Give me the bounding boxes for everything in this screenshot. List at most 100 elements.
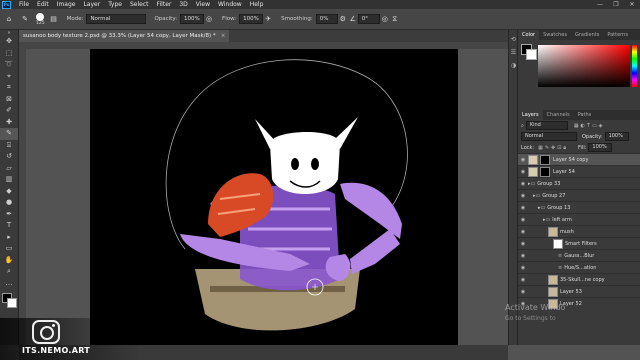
layer-thumbnail[interactable]: [528, 154, 538, 165]
visibility-eye-icon[interactable]: ◉: [518, 169, 528, 175]
layer-thumbnail[interactable]: [548, 226, 558, 237]
brush-settings-icon[interactable]: ▤: [49, 14, 59, 24]
visibility-eye-icon[interactable]: ◉: [518, 253, 528, 259]
layer-row[interactable]: ◉ Smart Filters: [518, 237, 640, 249]
layer-mask-thumbnail[interactable]: [540, 154, 550, 165]
tab-layers[interactable]: Layers: [518, 110, 543, 120]
layer-row[interactable]: ◉ ≡ Gauss...Blur: [518, 249, 640, 261]
layer-row[interactable]: ◉ ≡ Hue/S...ation: [518, 261, 640, 273]
layer-mask-thumbnail[interactable]: [540, 166, 550, 177]
brush-preset-picker[interactable]: 125: [36, 12, 45, 26]
zoom-icon[interactable]: ⌕: [0, 266, 18, 278]
layer-thumbnail[interactable]: [548, 274, 558, 285]
smoothing-settings-icon[interactable]: ⚙: [338, 14, 348, 24]
pen-icon[interactable]: ✒: [0, 209, 18, 221]
visibility-eye-icon[interactable]: ◉: [518, 241, 528, 247]
document-tab[interactable]: susanoo body texture 2.psd @ 33.3% (Laye…: [19, 30, 230, 42]
folder-icon[interactable]: ▸▭: [538, 205, 545, 211]
filter-icons[interactable]: ▦◐T▭◈: [574, 123, 605, 129]
gradient-icon[interactable]: ▥: [0, 174, 18, 186]
marquee-icon[interactable]: ⬚: [0, 48, 18, 60]
visibility-eye-icon[interactable]: ◉: [518, 205, 528, 211]
layer-row[interactable]: ◉ Layer 53: [518, 285, 640, 297]
layer-row[interactable]: ◉ ▸▭ Group 27: [518, 189, 640, 201]
layer-row[interactable]: ◉ ▸▭ left arm: [518, 213, 640, 225]
more-icon[interactable]: …: [0, 278, 18, 290]
filter-mask-thumbnail[interactable]: [553, 238, 563, 249]
brush-tool-icon[interactable]: ✎: [20, 14, 30, 24]
lasso-icon[interactable]: ➰: [0, 59, 18, 71]
maximize-button[interactable]: ❐: [608, 0, 624, 9]
hand-icon[interactable]: ✋: [0, 255, 18, 267]
menu-select[interactable]: Select: [126, 1, 153, 8]
panel-background-color[interactable]: [526, 49, 537, 60]
angle-input[interactable]: 0°: [357, 14, 380, 24]
layer-thumbnail[interactable]: [528, 166, 538, 177]
menu-3d[interactable]: 3D: [175, 1, 191, 8]
frame-icon[interactable]: ⊠: [0, 94, 18, 106]
layer-row[interactable]: ◉ mush: [518, 225, 640, 237]
menu-view[interactable]: View: [192, 1, 214, 8]
tab-paths[interactable]: Paths: [574, 110, 596, 120]
pressure-size-icon[interactable]: ◎: [380, 14, 390, 24]
folder-icon[interactable]: ▸▭: [533, 193, 540, 199]
mode-select[interactable]: Normal: [86, 14, 147, 24]
tab-color[interactable]: Color: [518, 30, 540, 40]
tab-swatches[interactable]: Swatches: [539, 30, 571, 40]
layer-row[interactable]: ◉ ▸▭ Group 13: [518, 201, 640, 213]
dodge-icon[interactable]: ●: [0, 197, 18, 209]
airbrush-icon[interactable]: ✈: [263, 14, 273, 24]
visibility-eye-icon[interactable]: ◉: [518, 217, 528, 223]
symmetry-icon[interactable]: ⧖: [390, 14, 400, 24]
minimize-button[interactable]: —: [592, 0, 608, 9]
close-window-button[interactable]: ✕: [624, 0, 640, 9]
pressure-opacity-icon[interactable]: ◎: [204, 14, 214, 24]
canvas[interactable]: [90, 49, 458, 345]
blur-icon[interactable]: ◆: [0, 186, 18, 198]
color-swatches[interactable]: [2, 293, 17, 308]
quick-select-icon[interactable]: ⌖: [0, 71, 18, 83]
close-document-icon[interactable]: ×: [221, 33, 226, 39]
layer-thumbnail[interactable]: [548, 286, 558, 297]
visibility-eye-icon[interactable]: ◉: [518, 181, 528, 187]
type-icon[interactable]: T: [0, 220, 18, 232]
panel-opacity-input[interactable]: 100%: [604, 132, 629, 141]
path-select-icon[interactable]: ▸: [0, 232, 18, 244]
menu-file[interactable]: File: [15, 1, 33, 8]
layer-row[interactable]: ◉ 35-Skull...ne copy: [518, 273, 640, 285]
folder-icon[interactable]: ▸▭: [528, 181, 535, 187]
blend-mode-select[interactable]: Normal: [521, 132, 577, 141]
home-icon[interactable]: ⌂: [4, 14, 14, 24]
menu-type[interactable]: Type: [104, 1, 126, 8]
eyedropper-icon[interactable]: ✐: [0, 105, 18, 117]
menu-image[interactable]: Image: [53, 1, 80, 8]
color-picker-field[interactable]: [538, 45, 630, 87]
menu-help[interactable]: Help: [246, 1, 268, 8]
healing-icon[interactable]: ✚: [0, 117, 18, 129]
history-brush-icon[interactable]: ↺: [0, 151, 18, 163]
visibility-eye-icon[interactable]: ◉: [518, 229, 528, 235]
visibility-eye-icon[interactable]: ◉: [518, 289, 528, 295]
layer-row[interactable]: ◉ Layer 54: [518, 165, 640, 177]
background-color[interactable]: [7, 298, 17, 308]
hue-slider[interactable]: [632, 45, 637, 87]
eraser-icon[interactable]: ▱: [0, 163, 18, 175]
fill-input[interactable]: 100%: [588, 143, 613, 152]
visibility-eye-icon[interactable]: ◉: [518, 193, 528, 199]
opacity-input[interactable]: 100%: [180, 14, 205, 24]
menu-edit[interactable]: Edit: [33, 1, 53, 8]
stamp-icon[interactable]: ⍓: [0, 140, 18, 152]
tab-patterns[interactable]: Patterns: [603, 30, 632, 40]
layer-row[interactable]: ◉ ▸▭ Group 33: [518, 177, 640, 189]
move-icon[interactable]: ✥: [0, 36, 18, 48]
menu-layer[interactable]: Layer: [79, 1, 104, 8]
tab-gradients[interactable]: Gradients: [571, 30, 603, 40]
menu-window[interactable]: Window: [214, 1, 246, 8]
visibility-eye-icon[interactable]: ◉: [518, 265, 528, 271]
folder-icon[interactable]: ▸▭: [543, 217, 550, 223]
visibility-eye-icon[interactable]: ◉: [518, 277, 528, 283]
tab-channels[interactable]: Channels: [543, 110, 574, 120]
lock-icons[interactable]: ▦✎✥⊡🔒︎: [538, 145, 568, 151]
layer-filter-select[interactable]: Kind: [525, 121, 568, 130]
panel-color-swatches[interactable]: [521, 44, 537, 60]
